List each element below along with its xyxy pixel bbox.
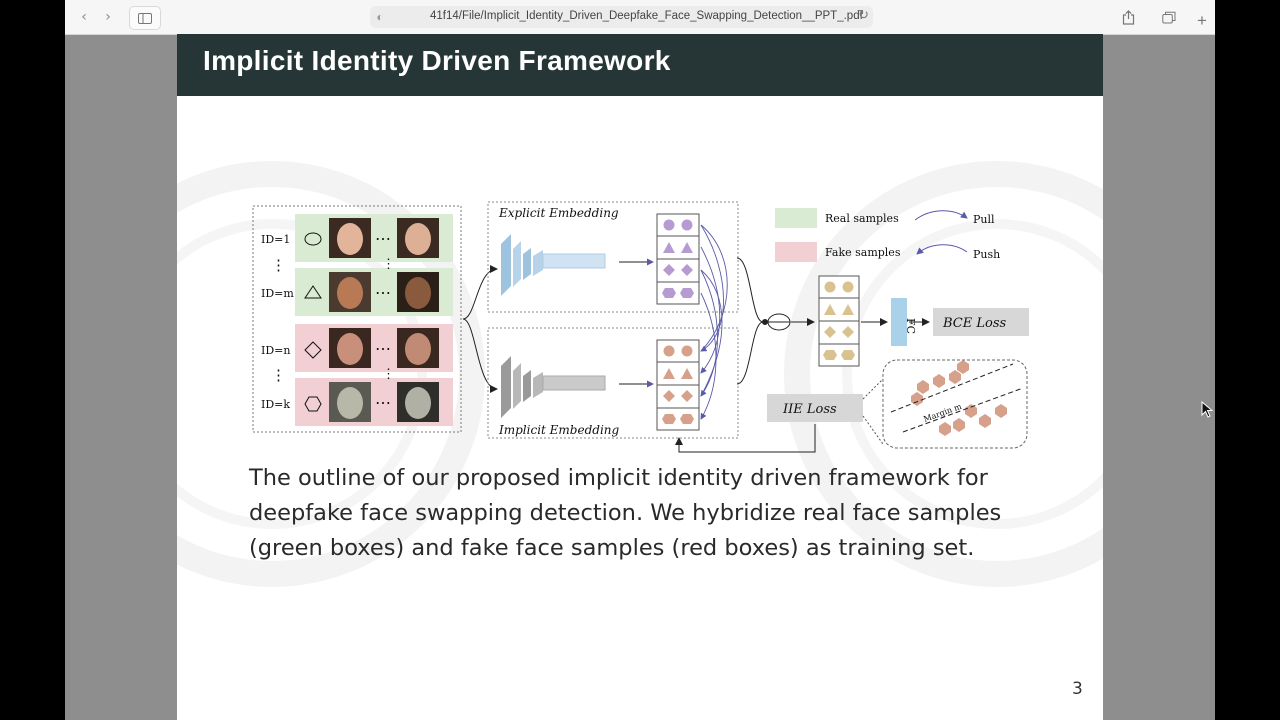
framework-diagram: ID=1 ID=m ID=n ID=k ⋮ ⋮ ⋯ ⋯ ⋯ ⋯ ⋮ ⋮ Expl… [252, 201, 1029, 453]
mouse-cursor-icon [1201, 401, 1213, 418]
pull-push-arcs [700, 224, 728, 420]
plus-icon: + [1197, 11, 1207, 30]
vdots-1: ⋮ [271, 256, 286, 274]
id-label-n: ID=n [261, 344, 290, 357]
chevron-left-icon: ‹ [81, 9, 87, 25]
face-thumbnail [397, 272, 439, 312]
merge-line-bottom [736, 321, 764, 385]
new-tab-button[interactable]: + [1191, 9, 1213, 33]
sidebar-toggle-button[interactable] [129, 6, 161, 30]
tabs-icon [1162, 11, 1176, 23]
ellipsis-4: ⋯ [375, 393, 391, 412]
iie-loss-label: IIE Loss [782, 402, 837, 417]
privacy-shield-icon[interactable]: ◐ [366, 6, 394, 28]
face-thumbnail [329, 218, 371, 258]
legend-real-swatch [775, 208, 817, 228]
sidebar-icon [138, 12, 152, 24]
vdots-3: ⋮ [382, 257, 395, 272]
face-thumbnail [329, 272, 371, 312]
id-label-k: ID=k [261, 398, 290, 411]
concat-dot [762, 319, 768, 325]
tab-overview-button[interactable] [1156, 6, 1182, 28]
implicit-encoder-network [501, 356, 606, 418]
back-button[interactable]: ‹ [71, 6, 97, 28]
page-number: 3 [1072, 679, 1083, 699]
fc-label: FC [904, 318, 917, 334]
address-bar[interactable]: ◐ 41f14/File/Implicit_Identity_Driven_De… [370, 6, 873, 28]
bce-loss-label: BCE Loss [942, 316, 1006, 331]
browser-toolbar: ‹ › ◐ 41f14/File/Implicit_Identity_Drive… [65, 0, 1215, 35]
share-button[interactable] [1115, 6, 1141, 28]
legend-push-label: Push [973, 248, 1000, 261]
legend-fake-label: Fake samples [825, 246, 901, 259]
face-thumbnail [397, 382, 439, 422]
legend-pull-label: Pull [973, 213, 995, 226]
reload-icon[interactable]: ↻ [858, 8, 869, 23]
concat-feature-column [818, 275, 860, 367]
vdots-2: ⋮ [271, 366, 286, 384]
ellipsis-3: ⋯ [375, 339, 391, 358]
push-arrow-icon [916, 244, 968, 255]
pull-arrow-icon [914, 210, 968, 221]
vdots-4: ⋮ [382, 367, 395, 382]
slide-header-bar: Implicit Identity Driven Framework [177, 34, 1103, 96]
share-icon [1122, 9, 1134, 25]
ellipsis-2: ⋯ [375, 283, 391, 302]
branch-arrow-explicit [462, 265, 498, 320]
legend-real-label: Real samples [825, 212, 899, 225]
face-thumbnail [329, 328, 371, 368]
implicit-feature-column [656, 339, 700, 431]
id-label-1: ID=1 [261, 233, 290, 246]
ellipsis-1: ⋯ [375, 229, 391, 248]
figure-caption: The outline of our proposed implicit ide… [249, 465, 1002, 561]
explicit-embedding-label: Explicit Embedding [498, 206, 619, 220]
explicit-encoder-network [501, 234, 606, 296]
id-label-m: ID=m [261, 287, 294, 300]
browser-window: ‹ › ◐ 41f14/File/Implicit_Identity_Drive… [65, 0, 1215, 720]
chevron-right-icon: › [105, 9, 111, 25]
branch-arrow-implicit [462, 318, 498, 393]
explicit-feature-column [656, 213, 700, 305]
face-thumbnail [397, 328, 439, 368]
face-thumbnail [329, 382, 371, 422]
face-thumbnail [397, 218, 439, 258]
implicit-embedding-label: Implicit Embedding [498, 423, 620, 437]
legend-fake-swatch [775, 242, 817, 262]
address-url[interactable]: 41f14/File/Implicit_Identity_Driven_Deep… [430, 10, 863, 22]
slide-title: Implicit Identity Driven Framework [203, 45, 671, 76]
pdf-slide-page: Implicit Identity Driven Framework ID=1 … [177, 34, 1103, 720]
forward-button[interactable]: › [95, 6, 121, 28]
merge-line-top [736, 257, 764, 323]
